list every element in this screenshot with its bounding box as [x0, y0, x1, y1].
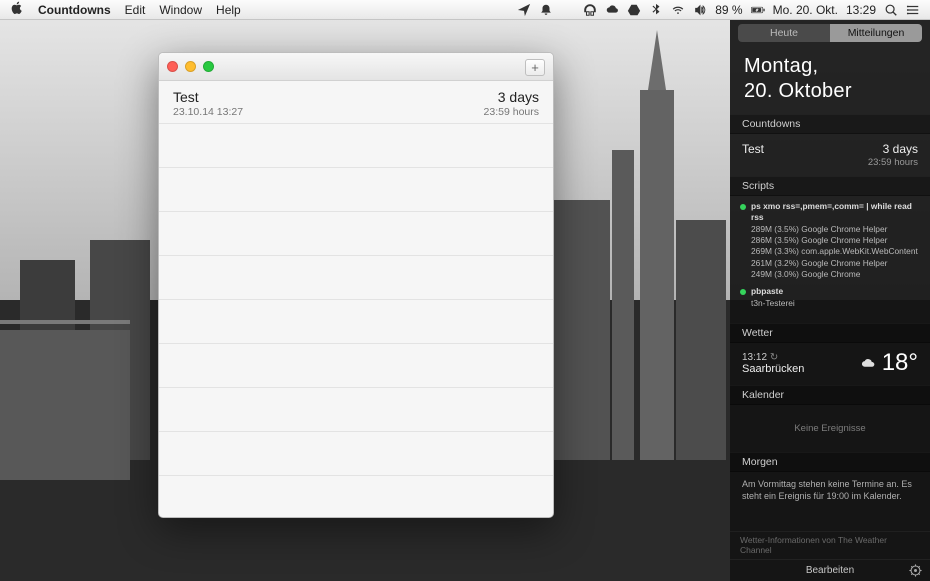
- menubar-date[interactable]: Mo. 20. Okt.: [773, 3, 838, 17]
- drive-icon[interactable]: [627, 3, 641, 17]
- section-calendar: Kalender: [730, 385, 930, 405]
- edit-button[interactable]: Bearbeiten: [806, 565, 854, 576]
- calendar-empty: Keine Ereignisse: [730, 405, 930, 452]
- countdown-item[interactable]: Test 3 days 23.10.14 13:27 23:59 hours: [159, 81, 553, 124]
- notification-center-icon[interactable]: [906, 3, 920, 17]
- script-output-line: 289M (3.5%) Google Chrome Helper: [740, 224, 920, 235]
- nc-weather-widget[interactable]: 13:12 ↻ Saarbrücken 18°: [730, 343, 930, 385]
- window-close-button[interactable]: [167, 61, 178, 72]
- weather-location: Saarbrücken: [742, 363, 804, 375]
- notification-center: Heute Mitteilungen Montag, 20. Oktober C…: [730, 0, 930, 581]
- window-titlebar[interactable]: +: [159, 53, 553, 81]
- nc-countdown-days: 3 days: [883, 142, 918, 156]
- location-icon[interactable]: [517, 3, 531, 17]
- menu-window[interactable]: Window: [159, 3, 202, 17]
- crescent-icon[interactable]: [561, 3, 575, 17]
- menu-bar: Countdowns Edit Window Help 89 % Mo. 20.…: [0, 0, 930, 20]
- script-output-line: 249M (3.0%) Google Chrome: [740, 269, 920, 280]
- weather-time: 13:12: [742, 352, 767, 363]
- tab-notifications[interactable]: Mitteilungen: [830, 24, 922, 42]
- script-command: ps xmo rss=,pmem=,comm= | while read rss: [751, 201, 912, 222]
- nc-date-line1: Montag,: [744, 54, 916, 79]
- nc-countdown-hours: 23:59 hours: [742, 157, 918, 168]
- countdown-time-left: 23:59 hours: [484, 106, 539, 118]
- add-countdown-button[interactable]: +: [525, 59, 545, 76]
- cloud-icon[interactable]: [605, 3, 619, 17]
- countdown-days: 3 days: [498, 89, 539, 105]
- apple-icon[interactable]: [10, 1, 24, 18]
- countdown-due-date: 23.10.14 13:27: [173, 106, 243, 118]
- tomorrow-text: Am Vormittag stehen keine Termine an. Es…: [730, 472, 930, 512]
- countdown-title: Test: [173, 89, 199, 105]
- app-name[interactable]: Countdowns: [38, 3, 111, 17]
- battery-icon[interactable]: [751, 3, 765, 17]
- window-zoom-button[interactable]: [203, 61, 214, 72]
- nc-date: Montag, 20. Oktober: [730, 48, 930, 114]
- section-countdowns: Countdowns: [730, 114, 930, 134]
- script-output-line: 269M (3.3%) com.apple.WebKit.WebContent: [740, 246, 920, 257]
- weather-temp: 18°: [882, 349, 918, 377]
- battery-text: 89 %: [715, 3, 742, 17]
- spotlight-icon[interactable]: [884, 3, 898, 17]
- nc-countdown-item[interactable]: Test 3 days 23:59 hours: [730, 134, 930, 176]
- menu-edit[interactable]: Edit: [125, 3, 146, 17]
- script-command: pbpaste: [751, 286, 783, 296]
- empty-rows: [159, 124, 553, 476]
- bell-icon[interactable]: [539, 3, 553, 17]
- countdowns-window: + Test 3 days 23.10.14 13:27 23:59 hours: [158, 52, 554, 518]
- status-dot-icon: [740, 289, 746, 295]
- script-output-line: t3n-Testerei: [740, 298, 920, 309]
- section-weather: Wetter: [730, 323, 930, 343]
- weather-attribution: Wetter-Informationen von The Weather Cha…: [740, 535, 920, 555]
- volume-icon[interactable]: [693, 3, 707, 17]
- nc-tabs: Heute Mitteilungen: [738, 24, 922, 42]
- section-tomorrow: Morgen: [730, 452, 930, 472]
- script-output-line: 286M (3.5%) Google Chrome Helper: [740, 235, 920, 246]
- tab-today[interactable]: Heute: [738, 24, 830, 42]
- reload-icon[interactable]: ↻: [770, 352, 778, 363]
- nc-date-line2: 20. Oktober: [744, 79, 916, 104]
- status-dot-icon: [740, 204, 746, 210]
- gear-icon[interactable]: [909, 564, 922, 577]
- window-minimize-button[interactable]: [185, 61, 196, 72]
- nc-countdown-title: Test: [742, 142, 764, 156]
- headphones-icon[interactable]: [583, 3, 597, 17]
- bluetooth-icon[interactable]: [649, 3, 663, 17]
- menubar-time[interactable]: 13:29: [846, 3, 876, 17]
- script-block: pbpaste t3n-Testerei: [740, 286, 920, 309]
- menu-help[interactable]: Help: [216, 3, 241, 17]
- section-scripts: Scripts: [730, 176, 930, 196]
- weather-cloud-icon: [861, 357, 876, 369]
- wifi-icon[interactable]: [671, 3, 685, 17]
- script-block: ps xmo rss=,pmem=,comm= | while read rss…: [740, 201, 920, 280]
- script-output-line: 261M (3.2%) Google Chrome Helper: [740, 258, 920, 269]
